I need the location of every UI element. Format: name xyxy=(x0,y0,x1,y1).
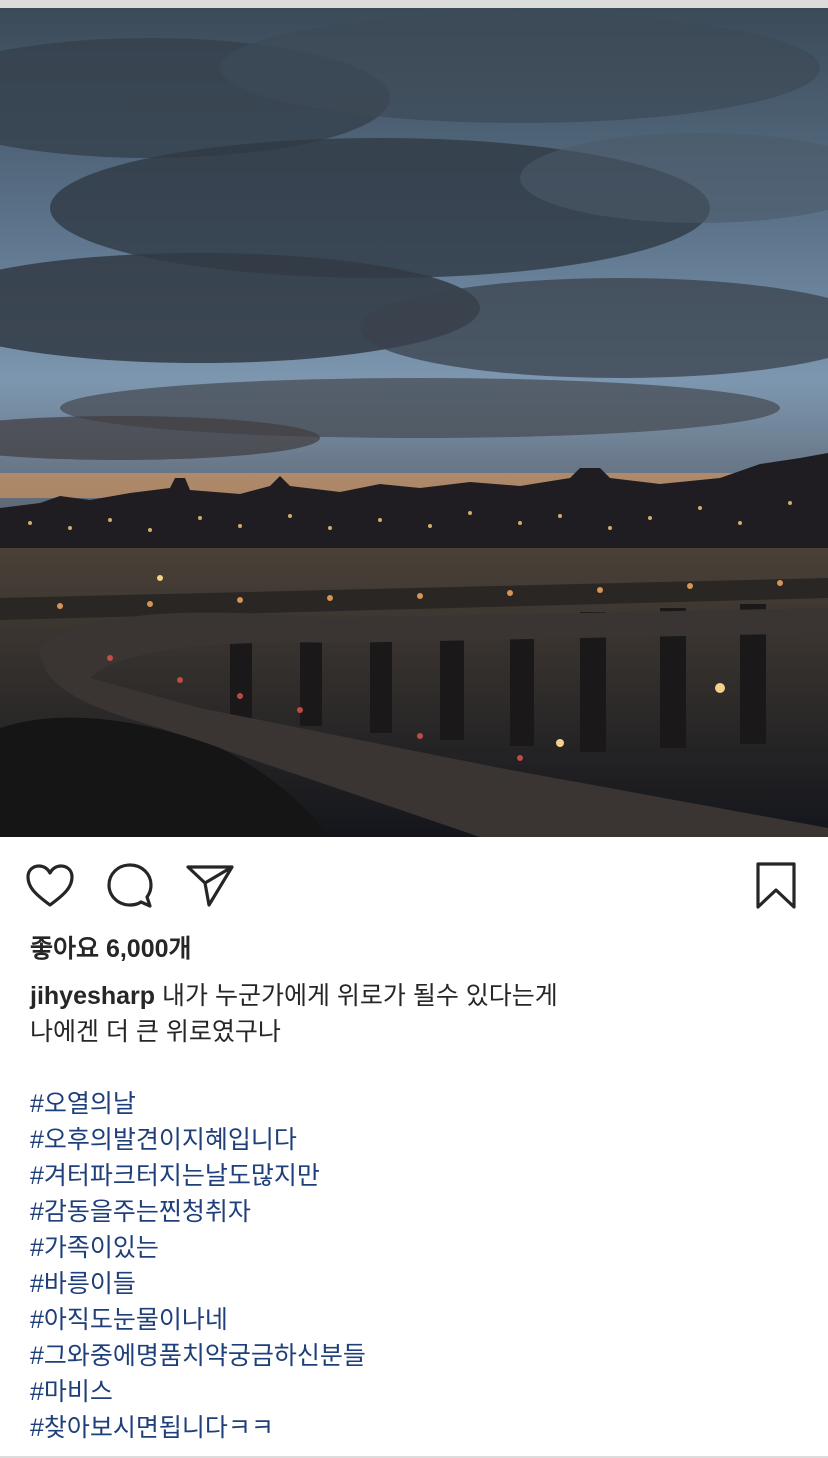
post-action-bar xyxy=(0,850,828,920)
hashtag-link[interactable]: #가족이있는 xyxy=(30,1230,800,1266)
hashtag-link[interactable]: #감동을주는찐청취자 xyxy=(30,1194,800,1230)
heart-icon[interactable] xyxy=(24,860,76,912)
comment-icon[interactable] xyxy=(104,860,156,912)
top-divider xyxy=(0,0,828,8)
bookmark-icon[interactable] xyxy=(750,860,802,912)
caption-username[interactable]: jihyesharp xyxy=(30,982,155,1010)
hashtag-link[interactable]: #그와중에명품치약궁금하신분들 xyxy=(30,1338,800,1374)
caption-text-2: 나에겐 더 큰 위로였구나 xyxy=(30,1018,281,1046)
likes-count[interactable]: 좋아요 6,000개 xyxy=(30,930,192,968)
hashtag-link[interactable]: #겨터파크터지는날도많지만 xyxy=(30,1158,800,1194)
post-caption: jihyesharp 내가 누군가에게 위로가 될수 있다는게 나에겐 더 큰 … xyxy=(30,978,800,1446)
hashtag-link[interactable]: #오열의날 xyxy=(30,1086,800,1122)
send-icon[interactable] xyxy=(184,860,236,912)
caption-text-1: 내가 누군가에게 위로가 될수 있다는게 xyxy=(155,982,558,1010)
hashtag-link[interactable]: #마비스 xyxy=(30,1374,800,1410)
hashtag-link[interactable]: #아직도눈물이나네 xyxy=(30,1302,800,1338)
instagram-post: 좋아요 6,000개 jihyesharp 내가 누군가에게 위로가 될수 있다… xyxy=(0,0,828,1458)
hashtag-link[interactable]: #오후의발견이지혜입니다 xyxy=(30,1122,800,1158)
caption-line-1: jihyesharp 내가 누군가에게 위로가 될수 있다는게 xyxy=(30,978,800,1014)
hashtag-link[interactable]: #찾아보시면됩니다ㅋㅋ xyxy=(30,1410,800,1446)
hashtag-link[interactable]: #바릉이들 xyxy=(30,1266,800,1302)
sunset-river-bridge-image xyxy=(0,8,828,837)
post-photo[interactable] xyxy=(0,8,828,837)
hashtag-list: #오열의날 #오후의발견이지혜입니다 #겨터파크터지는날도많지만 #감동을주는찐… xyxy=(30,1086,800,1446)
